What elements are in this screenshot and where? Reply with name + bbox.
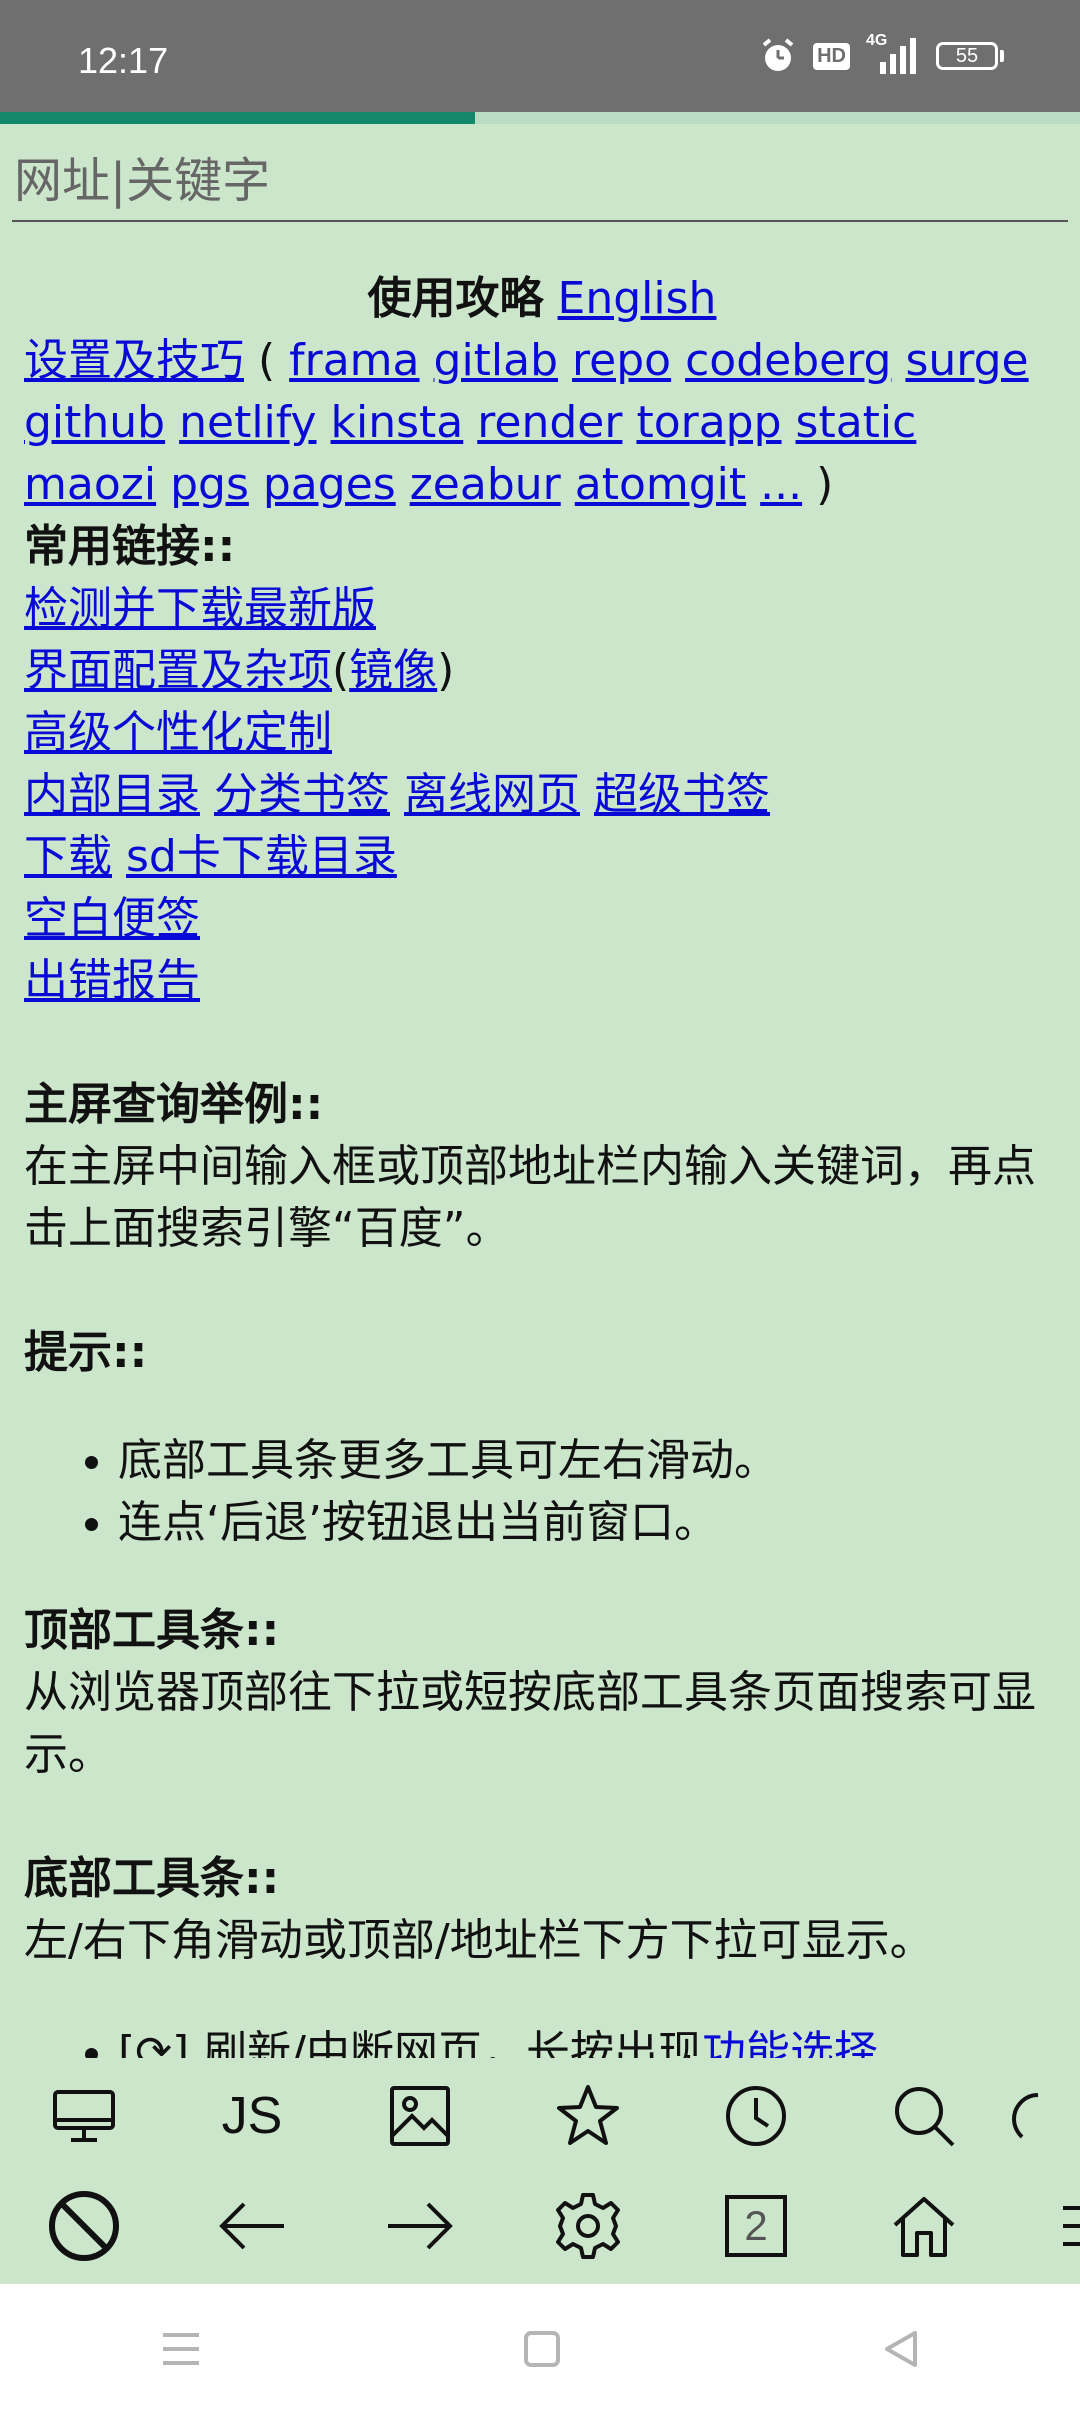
tips-heading: 提示:: (24, 1327, 148, 1378)
mirror-link-repo[interactable]: repo (572, 335, 671, 386)
url-input[interactable]: 网址|关键字 (12, 140, 1068, 222)
settings-line: 设置及技巧 ( frama gitlab repo codeberg surge… (24, 335, 1029, 510)
status-icons: HD 4G 55 (759, 32, 1004, 78)
page-load-progress (0, 112, 1080, 124)
sd-downloads-link[interactable]: sd卡下载目录 (126, 831, 397, 882)
home-icon (893, 2197, 955, 2257)
alarm-icon (762, 38, 794, 71)
top-toolbar-heading: 顶部工具条:: (24, 1605, 280, 1656)
tabs-button[interactable]: 2 (672, 2168, 840, 2284)
home-nav-icon[interactable] (522, 2329, 562, 2369)
home-button[interactable] (840, 2168, 1008, 2284)
block-icon (49, 2191, 119, 2261)
top-toolbar-text: 从浏览器顶部往下拉或短按底部工具条页面搜索可显示。 (24, 1667, 1036, 1780)
back-nav-icon[interactable] (881, 2329, 921, 2369)
blank-note-link[interactable]: 空白便签 (24, 893, 200, 944)
js-toggle-button[interactable]: JS (168, 2070, 336, 2162)
search-icon (895, 2087, 955, 2147)
tab-count: 2 (744, 2202, 768, 2249)
forward-arrow-icon (388, 2202, 453, 2250)
settings-link[interactable]: 设置及技巧 (24, 335, 244, 386)
signal-icon: 4G (866, 32, 920, 76)
category-bookmarks-link[interactable]: 分类书签 (214, 769, 390, 820)
recent-apps-icon[interactable] (159, 2329, 203, 2369)
english-link[interactable]: English (558, 273, 717, 324)
clock-icon (726, 2086, 786, 2146)
battery-icon: 55 (936, 42, 1004, 70)
toolbar-bottom: 2 (0, 2168, 1080, 2284)
hd-badge: HD (813, 42, 850, 70)
mirror-link-gitlab[interactable]: gitlab (434, 335, 559, 386)
forward-button[interactable] (336, 2168, 504, 2284)
ui-config-link[interactable]: 界面配置及杂项 (24, 645, 332, 696)
battery-level: 55 (955, 44, 979, 67)
mirror-link-static[interactable]: static (796, 397, 917, 448)
status-time: 12:17 (78, 40, 169, 81)
mirror-link-kinsta[interactable]: kinsta (331, 397, 464, 448)
bookmark-button[interactable] (504, 2070, 672, 2162)
star-icon (557, 2085, 619, 2145)
bottom-toolbar-heading: 底部工具条:: (24, 1853, 280, 1904)
gear-icon (556, 2193, 620, 2259)
toolbar-top: JS (0, 2070, 1080, 2162)
mirror-link-atomgit[interactable]: atomgit (575, 459, 746, 510)
mirror-link-zeabur[interactable]: zeabur (410, 459, 561, 510)
desktop-icon (53, 2090, 115, 2142)
error-report-link[interactable]: 出错报告 (24, 955, 200, 1006)
page-content: 使用攻略 English 设置及技巧 ( frama gitlab repo c… (24, 268, 1060, 2058)
mirror-link-github[interactable]: github (24, 397, 165, 448)
internal-dir-link[interactable]: 内部目录 (24, 769, 200, 820)
mirror-link-surge[interactable]: surge (905, 335, 1028, 386)
common-links-heading: 常用链接:: (24, 521, 236, 572)
system-nav-bar (0, 2284, 1080, 2414)
main-menu-button[interactable] (1008, 2168, 1080, 2284)
back-arrow-icon (219, 2202, 284, 2250)
image-icon (390, 2086, 450, 2146)
offline-pages-link[interactable]: 离线网页 (404, 769, 580, 820)
home-query-text: 在主屏中间输入框或顶部地址栏内输入关键词，再点击上面搜索引擎“百度”。 (24, 1141, 1036, 1254)
mirror-link[interactable]: 镜像 (349, 645, 437, 696)
menu-icon (1063, 2206, 1080, 2246)
back-button[interactable] (168, 2168, 336, 2284)
toolbar-items-list: [⟳] 刷新/中断网页，长按出现功能选择 (24, 2022, 1060, 2058)
tips-list: 底部工具条更多工具可左右滑动。 连点‘后退’按钮退出当前窗口。 (24, 1430, 1060, 1554)
guide-title-line: 使用攻略 English (24, 268, 1060, 330)
progress-fill (0, 112, 476, 124)
status-bar: 12:17 HD 4G 55 (0, 0, 1080, 112)
history-button[interactable] (672, 2070, 840, 2162)
super-bookmarks-link[interactable]: 超级书签 (594, 769, 770, 820)
check-update-link[interactable]: 检测并下载最新版 (24, 583, 376, 634)
list-item: 底部工具条更多工具可左右滑动。 (118, 1430, 1060, 1492)
block-ads-button[interactable] (0, 2168, 168, 2284)
mirror-link-render[interactable]: render (477, 397, 622, 448)
downloads-link[interactable]: 下载 (24, 831, 112, 882)
share-icon (1011, 2093, 1039, 2139)
list-item: [⟳] 刷新/中断网页，长按出现功能选择 (118, 2022, 1060, 2058)
guide-title: 使用攻略 (367, 273, 544, 324)
function-select-link[interactable]: 功能选择 (702, 2027, 878, 2058)
mirror-link-torapp[interactable]: torapp (636, 397, 781, 448)
mirror-link-pgs[interactable]: pgs (170, 459, 249, 510)
settings-button[interactable] (504, 2168, 672, 2284)
bottom-toolbar-text: 左/右下角滑动或顶部/地址栏下方下拉可显示。 (24, 1915, 934, 1966)
desktop-mode-button[interactable] (0, 2070, 168, 2162)
mirror-link-netlify[interactable]: netlify (179, 397, 316, 448)
personalize-link[interactable]: 高级个性化定制 (24, 707, 332, 758)
tab-count-icon: 2 (725, 2195, 787, 2257)
mirror-link-codeberg[interactable]: codeberg (685, 335, 891, 386)
mirror-link-frama[interactable]: frama (289, 335, 419, 386)
share-button[interactable] (1008, 2070, 1080, 2162)
mirror-link-maozi[interactable]: maozi (24, 459, 156, 510)
page-search-button[interactable] (840, 2070, 1008, 2162)
list-item: 连点‘后退’按钮退出当前窗口。 (118, 1492, 1060, 1554)
image-toggle-button[interactable] (336, 2070, 504, 2162)
js-label: JS (221, 2087, 283, 2145)
mirror-link-pages[interactable]: pages (263, 459, 396, 510)
mirror-link-more[interactable]: ... (760, 459, 802, 510)
home-query-heading: 主屏查询举例:: (24, 1079, 324, 1130)
